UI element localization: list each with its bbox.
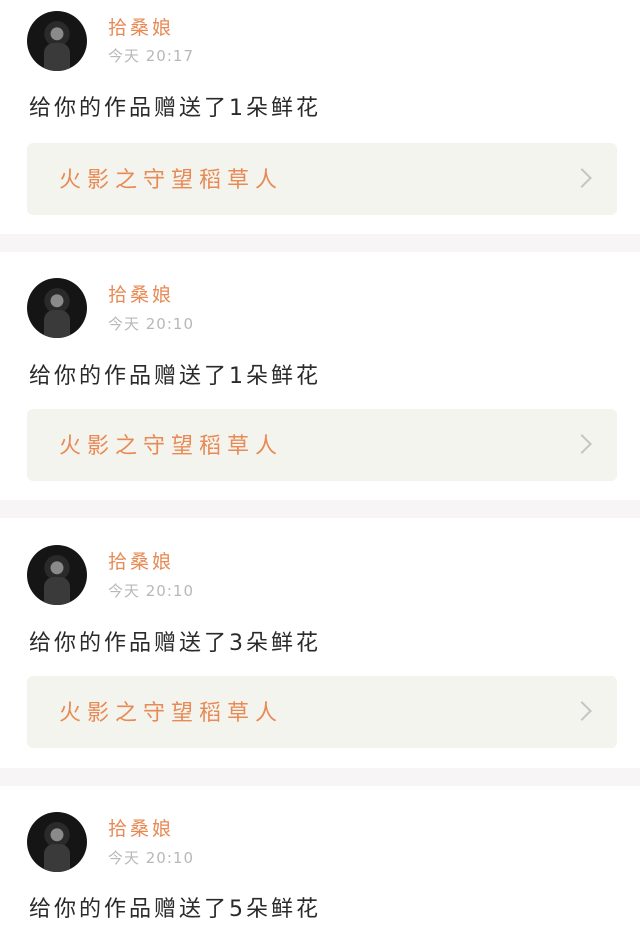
work-link[interactable]: 火影之守望稻草人: [27, 676, 617, 748]
divider: [0, 234, 640, 252]
gift-message: 给你的作品赠送了3朵鲜花: [29, 631, 321, 656]
timestamp: 今天 20:10: [108, 315, 194, 333]
avatar[interactable]: [27, 11, 87, 71]
work-link[interactable]: 火影之守望稻草人: [27, 409, 617, 481]
chevron-right-icon: [572, 168, 592, 188]
avatar[interactable]: [27, 812, 87, 872]
gift-message: 给你的作品赠送了1朵鲜花: [29, 364, 321, 389]
chevron-right-icon: [572, 434, 592, 454]
notification-feed: 拾桑娘 今天 20:17 给你的作品赠送了1朵鲜花 火影之守望稻草人 拾桑娘 今…: [0, 0, 640, 926]
work-title: 火影之守望稻草人: [59, 434, 284, 459]
notification-item: 拾桑娘 今天 20:10 给你的作品赠送了5朵鲜花: [0, 786, 640, 926]
avatar[interactable]: [27, 545, 87, 605]
work-title: 火影之守望稻草人: [59, 168, 284, 193]
avatar[interactable]: [27, 278, 87, 338]
timestamp: 今天 20:10: [108, 582, 194, 600]
timestamp: 今天 20:10: [108, 849, 194, 867]
username[interactable]: 拾桑娘: [108, 13, 174, 40]
gift-message: 给你的作品赠送了5朵鲜花: [29, 897, 321, 922]
timestamp: 今天 20:17: [108, 47, 194, 65]
notification-item: 拾桑娘 今天 20:10 给你的作品赠送了3朵鲜花 火影之守望稻草人: [0, 518, 640, 768]
work-title: 火影之守望稻草人: [59, 701, 284, 726]
work-link[interactable]: 火影之守望稻草人: [27, 143, 617, 215]
username[interactable]: 拾桑娘: [108, 280, 174, 307]
divider: [0, 768, 640, 786]
notification-item: 拾桑娘 今天 20:17 给你的作品赠送了1朵鲜花 火影之守望稻草人: [0, 0, 640, 234]
notification-item: 拾桑娘 今天 20:10 给你的作品赠送了1朵鲜花 火影之守望稻草人: [0, 252, 640, 500]
chevron-right-icon: [572, 701, 592, 721]
divider: [0, 500, 640, 518]
username[interactable]: 拾桑娘: [108, 547, 174, 574]
gift-message: 给你的作品赠送了1朵鲜花: [29, 96, 321, 121]
username[interactable]: 拾桑娘: [108, 814, 174, 841]
